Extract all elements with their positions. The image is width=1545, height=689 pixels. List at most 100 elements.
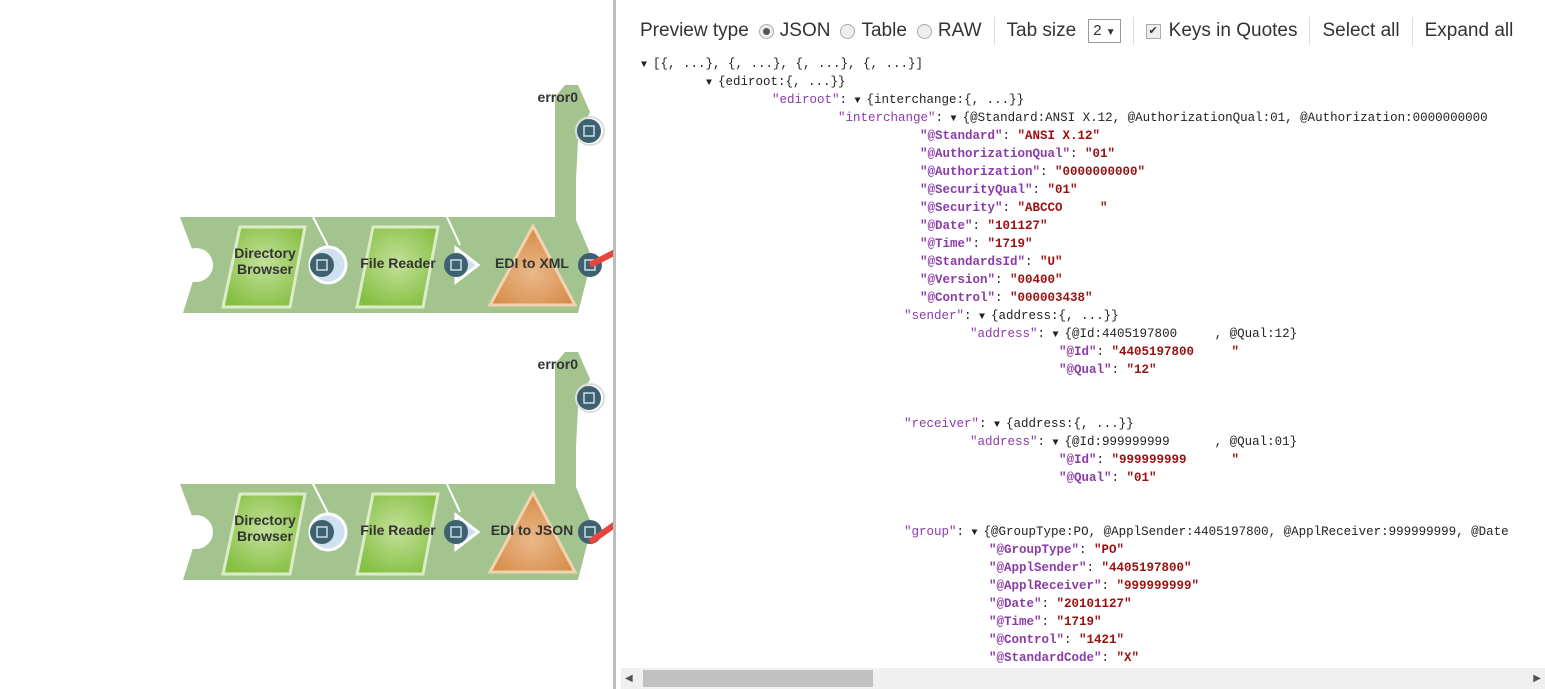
expand-toggle-icon[interactable]: ▼: [706, 78, 712, 89]
json-value: "00400": [1010, 273, 1063, 287]
output-port-icon[interactable]: [310, 253, 334, 277]
json-tree-line: "@Control": "000003438": [920, 289, 1093, 307]
pipeline-edi-to-json: error0 DirectoryBrowser File Reader EDI to …: [179, 352, 605, 580]
tab-size-label: Tab size: [1006, 20, 1077, 41]
separator: :: [1064, 633, 1080, 647]
output-port-icon[interactable]: [444, 520, 468, 544]
json-key: "group": [904, 525, 957, 539]
json-tree-line: "@Standard": "ANSI X.12": [920, 127, 1100, 145]
separator: :: [964, 309, 980, 323]
json-key: "@Time": [920, 237, 973, 251]
json-value: "0000000000": [1055, 165, 1146, 179]
output-port-icon[interactable]: [444, 253, 468, 277]
json-tree-line: "@ApplReceiver": "999999999": [989, 577, 1199, 595]
json-value: "1421": [1079, 633, 1125, 647]
json-key: "@Qual": [1059, 363, 1112, 377]
expand-all-button[interactable]: Expand all: [1425, 20, 1514, 42]
json-value: "000003438": [1010, 291, 1093, 305]
separator: :: [1037, 327, 1053, 341]
json-key: "@Id": [1059, 345, 1097, 359]
separator: :: [1040, 165, 1056, 179]
error-port-icon[interactable]: [577, 386, 601, 410]
pipeline-edi-to-xml: error0 DirectoryBrowser File Reader EDI to …: [179, 85, 605, 313]
json-value: "ABCCO ": [1017, 201, 1108, 215]
json-tree-line: "@Date": "20101127": [989, 595, 1132, 613]
json-tree-line: "@StandardsId": "U": [920, 253, 1063, 271]
snap-label: File Reader: [360, 255, 436, 271]
separator: :: [1002, 129, 1018, 143]
json-tree-line: "@Time": "1719": [989, 613, 1102, 631]
separator: :: [1096, 345, 1112, 359]
separator: :: [1079, 543, 1095, 557]
json-key: "@GroupType": [989, 543, 1080, 557]
json-tree-line: "group": ▼ {@GroupType:PO, @ApplSender:44…: [904, 523, 1509, 541]
separator: :: [1111, 471, 1127, 485]
tab-size-value: 2: [1093, 22, 1102, 39]
select-all-button[interactable]: Select all: [1322, 20, 1399, 42]
expand-toggle-icon[interactable]: ▼: [979, 312, 985, 323]
json-tree-line: "@Control": "1421": [989, 631, 1124, 649]
json-key: "@AuthorizationQual": [920, 147, 1071, 161]
json-key: "@ApplSender": [989, 561, 1087, 575]
expand-toggle-icon[interactable]: ▼: [641, 60, 647, 71]
expand-toggle-icon[interactable]: ▼: [994, 420, 1000, 431]
radio-raw-label[interactable]: RAW: [938, 20, 982, 42]
json-tree-line: "interchange": ▼ {@Standard:ANSI X.12, @A…: [838, 109, 1488, 127]
separator: :: [935, 111, 951, 125]
keys-in-quotes-checkbox[interactable]: ✔: [1145, 23, 1161, 39]
json-tree-line: "@AuthorizationQual": "01": [920, 145, 1115, 163]
json-key: "ediroot": [772, 93, 840, 107]
json-key: "@Version": [920, 273, 996, 287]
output-port-icon[interactable]: [310, 520, 334, 544]
separator: :: [972, 219, 988, 233]
json-tree-line: "@Version": "00400": [920, 271, 1063, 289]
radio-table-label[interactable]: Table: [861, 20, 906, 42]
node-summary: {interchange:{, ...}}: [866, 93, 1025, 107]
json-tree-line: "@Security": "ABCCO ": [920, 199, 1108, 217]
separator: :: [1041, 597, 1057, 611]
expand-toggle-icon[interactable]: ▼: [972, 528, 978, 539]
json-key: "@Date": [920, 219, 973, 233]
json-key: "@Time": [989, 615, 1042, 629]
horizontal-scrollbar[interactable]: ◀ ▶: [621, 668, 1545, 689]
snap-label: Browser: [237, 528, 294, 544]
input-notch: [179, 248, 213, 282]
error-port-icon[interactable]: [577, 119, 601, 143]
radio-json[interactable]: [758, 23, 774, 39]
separator: :: [1111, 363, 1127, 377]
preview-toolbar: Preview type JSON Table RAW Tab size 2 ▼…: [640, 17, 1525, 45]
json-value: "101127": [987, 219, 1048, 233]
json-tree-line: "address": ▼ {@Id:999999999 , @Qual:01}: [970, 433, 1297, 451]
json-value: "20101127": [1056, 597, 1132, 611]
json-tree-line: "ediroot": ▼ {interchange:{, ...}}: [772, 91, 1024, 109]
expand-toggle-icon[interactable]: ▼: [1053, 330, 1059, 341]
json-value: "PO": [1094, 543, 1125, 557]
radio-table[interactable]: [840, 23, 856, 39]
annotation-arrow: [588, 249, 613, 268]
radio-raw[interactable]: [916, 23, 932, 39]
expand-toggle-icon[interactable]: ▼: [1053, 438, 1059, 449]
snap-label: EDI to JSON: [491, 522, 573, 538]
json-tree-line: "@Time": "1719": [920, 235, 1033, 253]
radio-json-label[interactable]: JSON: [780, 20, 831, 42]
error-view-label: error0: [538, 89, 579, 105]
preview-type-label: Preview type: [640, 20, 749, 41]
json-value: "01": [1047, 183, 1078, 197]
json-tree-line: "sender": ▼ {address:{, ...}}: [904, 307, 1119, 325]
scroll-right-icon[interactable]: ▶: [1533, 673, 1541, 684]
scroll-left-icon[interactable]: ◀: [625, 673, 633, 684]
json-value: "ANSI X.12": [1017, 129, 1101, 143]
expand-toggle-icon[interactable]: ▼: [855, 96, 861, 107]
json-value: "999999999 ": [1111, 453, 1240, 467]
scrollbar-thumb[interactable]: [643, 670, 873, 687]
separator: :: [839, 93, 855, 107]
keys-in-quotes-label[interactable]: Keys in Quotes: [1169, 20, 1298, 42]
separator: :: [1037, 435, 1053, 449]
expand-toggle-icon[interactable]: ▼: [951, 114, 957, 125]
tab-size-select[interactable]: 2 ▼: [1088, 19, 1121, 43]
json-value: "12": [1126, 363, 1157, 377]
json-value: "999999999": [1116, 579, 1200, 593]
json-key: "@Id": [1059, 453, 1097, 467]
separator: :: [972, 237, 988, 251]
json-value: "1719": [1056, 615, 1102, 629]
